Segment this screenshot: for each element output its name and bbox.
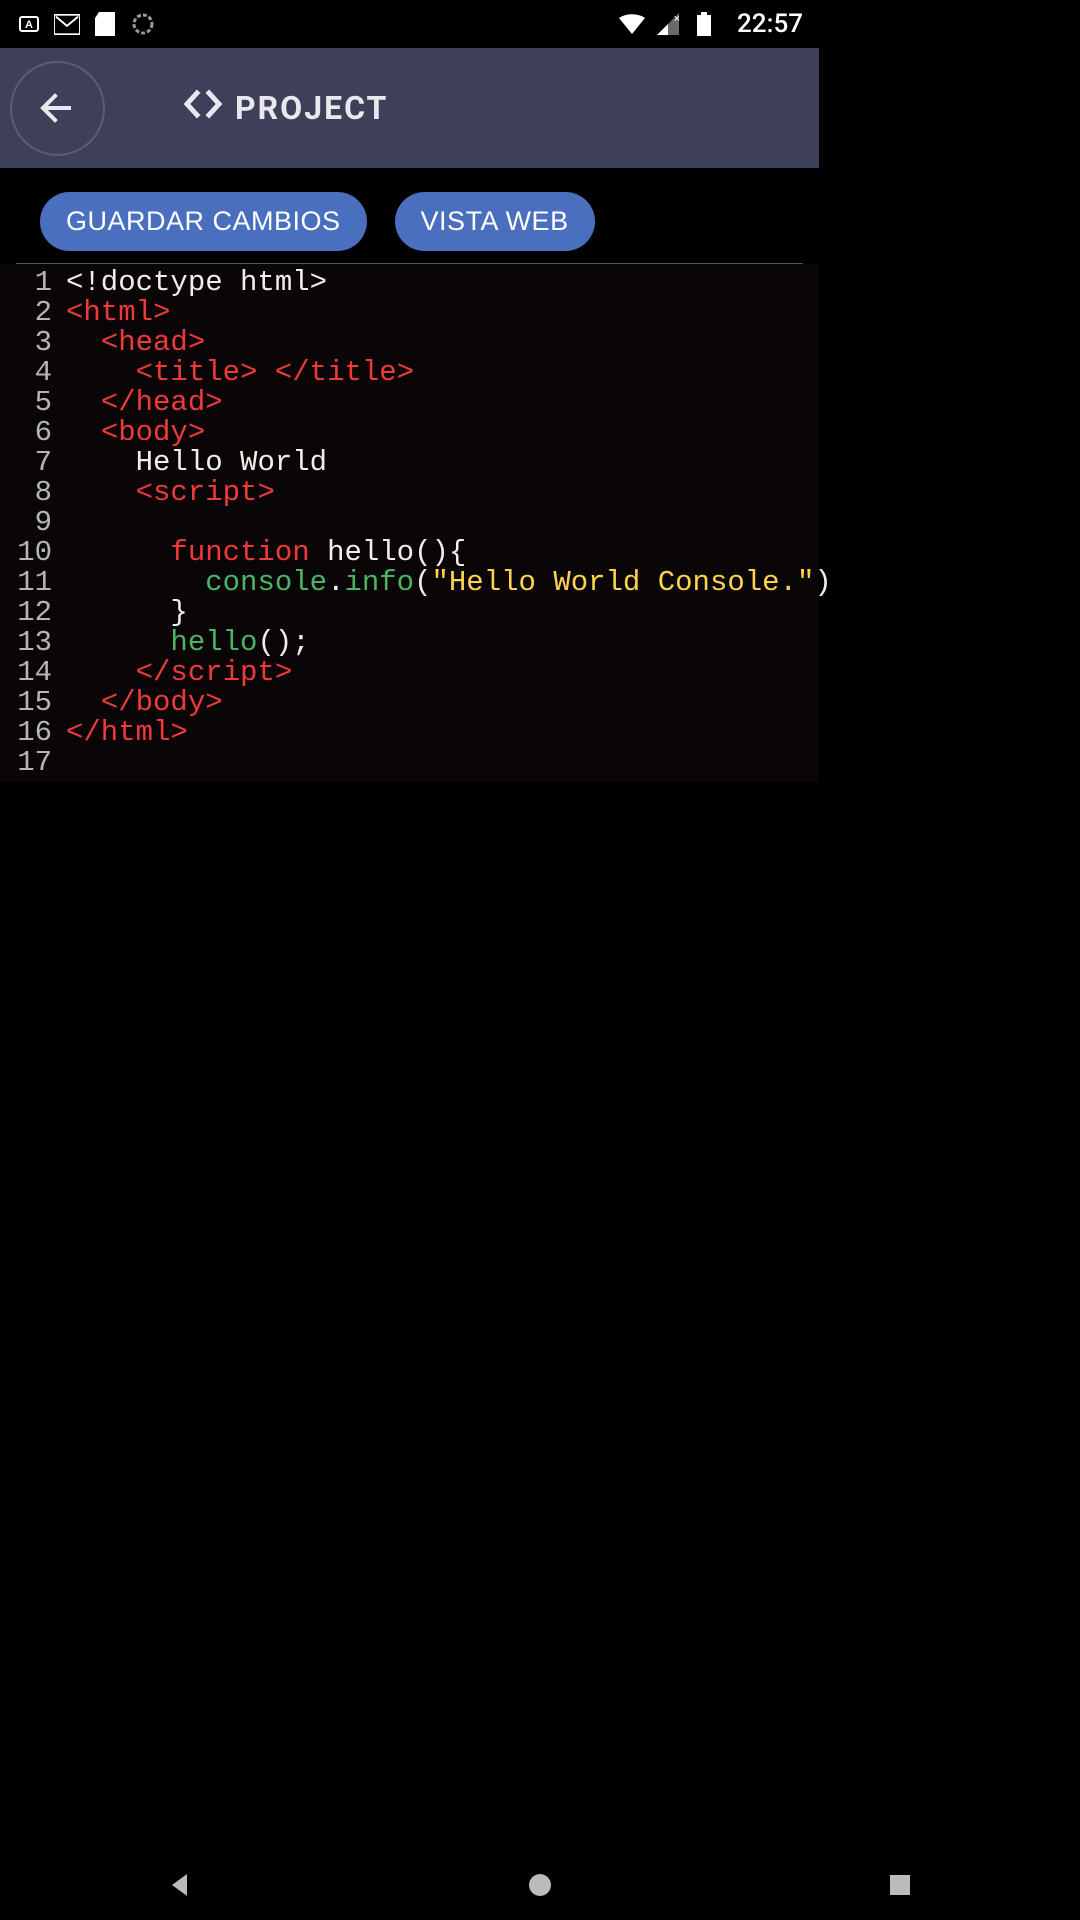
back-button[interactable] xyxy=(10,61,105,156)
code-line: 13 hello(); xyxy=(16,628,803,658)
header-title-wrap: PROJECT xyxy=(183,88,388,128)
system-nav-bar xyxy=(0,1850,1080,1920)
action-bar: GUARDAR CAMBIOS VISTA WEB xyxy=(16,168,803,264)
nav-recent-button[interactable] xyxy=(880,1865,920,1905)
code-text: <!doctype html> xyxy=(66,268,327,298)
code-line: 12 } xyxy=(16,598,803,628)
code-line: 14 </script> xyxy=(16,658,803,688)
line-number: 2 xyxy=(16,298,66,328)
code-line: 17 xyxy=(16,748,803,778)
gmail-icon xyxy=(54,11,80,37)
code-line: 10 function hello(){ xyxy=(16,538,803,568)
code-line: 2<html> xyxy=(16,298,803,328)
nav-back-button[interactable] xyxy=(160,1865,200,1905)
webview-button[interactable]: VISTA WEB xyxy=(395,192,595,251)
line-number: 3 xyxy=(16,328,66,358)
code-line: 6 <body> xyxy=(16,418,803,448)
code-line: 8 <script> xyxy=(16,478,803,508)
line-number: 17 xyxy=(16,748,66,778)
wifi-icon xyxy=(619,11,645,37)
line-number: 5 xyxy=(16,388,66,418)
line-number: 7 xyxy=(16,448,66,478)
code-line: 7 Hello World xyxy=(16,448,803,478)
keyboard-icon: A xyxy=(16,11,42,37)
line-number: 4 xyxy=(16,358,66,388)
save-button[interactable]: GUARDAR CAMBIOS xyxy=(40,192,367,251)
line-number: 10 xyxy=(16,538,66,568)
code-line: 11 console.info("Hello World Console.") xyxy=(16,568,803,598)
line-number: 1 xyxy=(16,268,66,298)
line-number: 6 xyxy=(16,418,66,448)
line-number: 8 xyxy=(16,478,66,508)
app-header: PROJECT xyxy=(0,48,819,168)
code-editor[interactable]: 1<!doctype html> 2<html> 3 <head> 4 <tit… xyxy=(0,264,819,782)
line-number: 13 xyxy=(16,628,66,658)
page-title: PROJECT xyxy=(235,89,388,127)
code-line: 15 </body> xyxy=(16,688,803,718)
sync-icon xyxy=(130,11,156,37)
status-left: A xyxy=(16,11,156,37)
code-line: 5 </head> xyxy=(16,388,803,418)
line-number: 14 xyxy=(16,658,66,688)
code-line: 3 <head> xyxy=(16,328,803,358)
line-number: 15 xyxy=(16,688,66,718)
code-line: 4 <title> </title> xyxy=(16,358,803,388)
status-time: 22:57 xyxy=(737,9,803,39)
line-number: 11 xyxy=(16,568,66,598)
line-number: 12 xyxy=(16,598,66,628)
status-bar: A × 22:57 xyxy=(0,0,819,48)
line-number: 9 xyxy=(16,508,66,538)
nav-home-button[interactable] xyxy=(520,1865,560,1905)
sd-card-icon xyxy=(92,11,118,37)
code-bracket-icon xyxy=(183,88,223,128)
code-line: 9 xyxy=(16,508,803,538)
status-right: × 22:57 xyxy=(619,9,803,39)
battery-icon xyxy=(691,11,717,37)
code-line: 1<!doctype html> xyxy=(16,268,803,298)
svg-text:A: A xyxy=(25,19,33,31)
svg-text:×: × xyxy=(674,13,679,25)
line-number: 16 xyxy=(16,718,66,748)
code-line: 16</html> xyxy=(16,718,803,748)
back-arrow-icon xyxy=(37,87,79,129)
cell-signal-icon: × xyxy=(655,11,681,37)
